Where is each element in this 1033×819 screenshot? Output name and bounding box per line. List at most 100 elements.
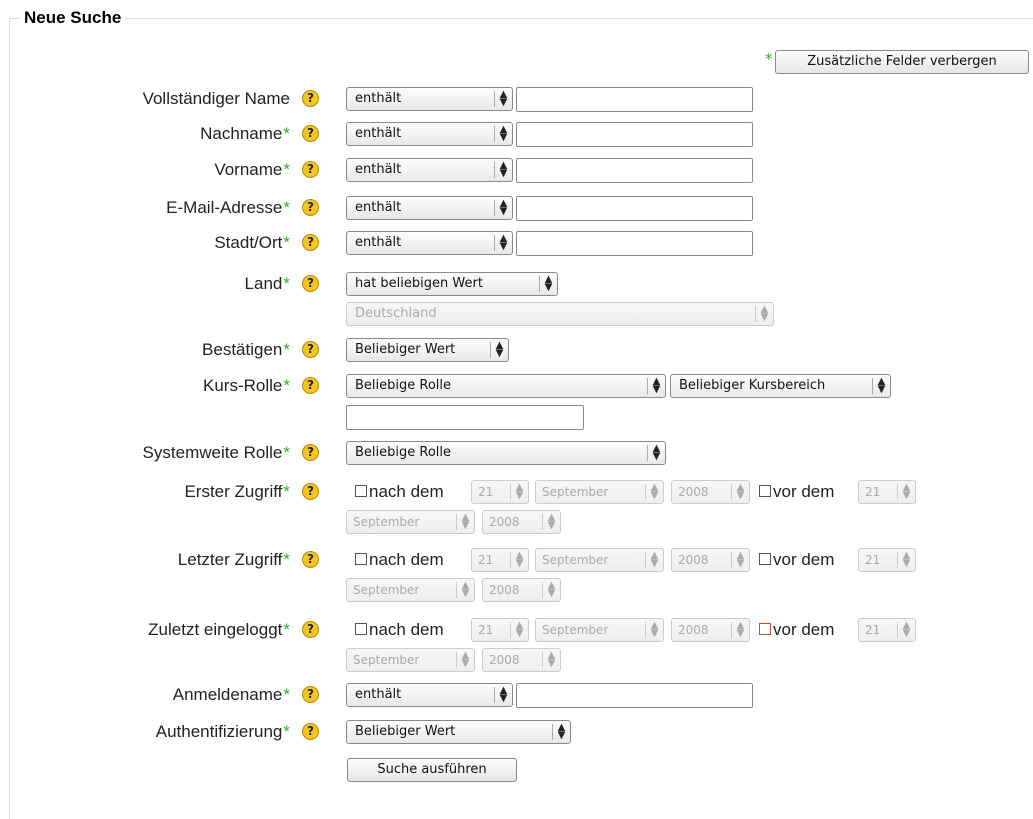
help-icon[interactable]: ? [302, 723, 319, 740]
systemrole-select[interactable]: Beliebige Rolle ▲ ▼ [346, 441, 666, 465]
help-icon[interactable]: ? [302, 275, 319, 292]
up-down-arrows-icon: ▲ ▼ [494, 161, 512, 179]
fullname-input[interactable] [516, 87, 753, 112]
lastaccess-after-month: September ▲ ▼ [535, 548, 664, 572]
lastlogin-before-year: 2008 ▲ ▼ [482, 648, 561, 672]
city-input[interactable] [516, 231, 753, 256]
help-icon[interactable]: ? [302, 234, 319, 251]
up-down-arrows-icon: ▲ ▼ [456, 581, 474, 599]
firstaccess-after-year: 2008 ▲ ▼ [671, 480, 750, 504]
firstaccess-before-month: September ▲ ▼ [346, 510, 475, 534]
up-down-arrows-icon: ▲ ▼ [494, 90, 512, 108]
username-operator-select[interactable]: enthält ▲ ▼ [346, 683, 513, 707]
label-lastlogin: Zuletzt eingeloggt* [148, 620, 290, 639]
hide-extra-fields-button[interactable]: Zusätzliche Felder verbergen [775, 50, 1029, 74]
country-operator-select[interactable]: hat beliebigen Wert ▲ ▼ [346, 272, 558, 296]
help-icon[interactable]: ? [302, 444, 319, 461]
label-firstaccess: Erster Zugriff* [184, 482, 290, 501]
firstaccess-after-checkbox[interactable] [355, 485, 367, 497]
search-submit-button[interactable]: Suche ausführen [347, 758, 517, 782]
before-label: vor dem [773, 550, 835, 569]
up-down-arrows-icon: ▲ ▼ [542, 651, 560, 669]
label-firstname: Vorname* [214, 160, 290, 179]
lastlogin-after-checkbox[interactable] [355, 623, 367, 635]
up-down-arrows-icon: ▲ ▼ [510, 621, 528, 639]
lastname-operator-select[interactable]: enthält ▲ ▼ [346, 122, 513, 146]
email-operator-select[interactable]: enthält ▲ ▼ [346, 196, 513, 220]
help-icon[interactable]: ? [302, 161, 319, 178]
lastaccess-after-year: 2008 ▲ ▼ [671, 548, 750, 572]
firstaccess-before-checkbox[interactable] [759, 485, 771, 497]
label-email: E-Mail-Adresse* [166, 198, 290, 217]
up-down-arrows-icon: ▲ ▼ [542, 513, 560, 531]
courserole-role-select[interactable]: Beliebige Rolle ▲ ▼ [346, 374, 666, 398]
lastlogin-after-month: September ▲ ▼ [535, 618, 664, 642]
up-down-arrows-icon: ▲ ▼ [456, 651, 474, 669]
lastaccess-before-month: September ▲ ▼ [346, 578, 475, 602]
up-down-arrows-icon: ▲ ▼ [897, 621, 915, 639]
label-fullname: Vollständiger Name [142, 89, 290, 108]
help-icon[interactable]: ? [302, 199, 319, 216]
courserole-course-input[interactable] [346, 405, 584, 430]
courserole-category-select[interactable]: Beliebiger Kursbereich ▲ ▼ [670, 374, 891, 398]
lastname-input[interactable] [516, 122, 753, 147]
up-down-arrows-icon: ▲ ▼ [897, 483, 915, 501]
up-down-arrows-icon: ▲ ▼ [490, 341, 508, 359]
lastaccess-after-checkbox[interactable] [355, 553, 367, 565]
up-down-arrows-icon: ▲ ▼ [872, 377, 890, 395]
help-icon[interactable]: ? [302, 483, 319, 500]
label-country: Land* [244, 274, 290, 293]
help-icon[interactable]: ? [302, 90, 319, 107]
label-city: Stadt/Ort* [214, 233, 290, 252]
lastlogin-before-day: 21 ▲ ▼ [858, 618, 916, 642]
up-down-arrows-icon: ▲ ▼ [510, 551, 528, 569]
up-down-arrows-icon: ▲ ▼ [645, 483, 663, 501]
auth-select[interactable]: Beliebiger Wert ▲ ▼ [346, 720, 571, 744]
email-input[interactable] [516, 196, 753, 221]
help-icon[interactable]: ? [302, 621, 319, 638]
required-mark: * [765, 50, 773, 68]
up-down-arrows-icon: ▲ ▼ [645, 551, 663, 569]
up-down-arrows-icon: ▲ ▼ [539, 275, 557, 293]
help-icon[interactable]: ? [302, 551, 319, 568]
help-icon[interactable]: ? [302, 377, 319, 394]
form-legend: Neue Suche [20, 8, 126, 28]
confirmed-select[interactable]: Beliebiger Wert ▲ ▼ [346, 338, 509, 362]
help-icon[interactable]: ? [302, 125, 319, 142]
up-down-arrows-icon: ▲ ▼ [731, 483, 749, 501]
before-label: vor dem [773, 620, 835, 639]
lastaccess-before-day: 21 ▲ ▼ [858, 548, 916, 572]
up-down-arrows-icon: ▲ ▼ [456, 513, 474, 531]
lastlogin-after-year: 2008 ▲ ▼ [671, 618, 750, 642]
lastaccess-before-checkbox[interactable] [759, 553, 771, 565]
lastaccess-before-year: 2008 ▲ ▼ [482, 578, 561, 602]
up-down-arrows-icon: ▲ ▼ [647, 444, 665, 462]
firstaccess-before-year: 2008 ▲ ▼ [482, 510, 561, 534]
up-down-arrows-icon: ▲ ▼ [645, 621, 663, 639]
firstaccess-after-month: September ▲ ▼ [535, 480, 664, 504]
label-lastaccess: Letzter Zugriff* [177, 550, 290, 569]
up-down-arrows-icon: ▲ ▼ [494, 125, 512, 143]
after-label: nach dem [369, 482, 444, 501]
up-down-arrows-icon: ▲ ▼ [755, 305, 773, 323]
label-confirmed: Bestätigen* [202, 340, 290, 359]
up-down-arrows-icon: ▲ ▼ [494, 199, 512, 217]
firstaccess-before-day: 21 ▲ ▼ [858, 480, 916, 504]
up-down-arrows-icon: ▲ ▼ [494, 234, 512, 252]
up-down-arrows-icon: ▲ ▼ [731, 621, 749, 639]
label-auth: Authentifizierung* [155, 722, 290, 741]
help-icon[interactable]: ? [302, 686, 319, 703]
firstname-input[interactable] [516, 158, 753, 183]
help-icon[interactable]: ? [302, 341, 319, 358]
label-courserole: Kurs-Rolle* [203, 376, 290, 395]
up-down-arrows-icon: ▲ ▼ [510, 483, 528, 501]
username-input[interactable] [516, 683, 753, 708]
lastlogin-before-checkbox[interactable] [759, 623, 771, 635]
lastlogin-after-day: 21 ▲ ▼ [471, 618, 529, 642]
firstname-operator-select[interactable]: enthält ▲ ▼ [346, 158, 513, 182]
city-operator-select[interactable]: enthält ▲ ▼ [346, 231, 513, 255]
up-down-arrows-icon: ▲ ▼ [552, 723, 570, 741]
up-down-arrows-icon: ▲ ▼ [647, 377, 665, 395]
fullname-operator-select[interactable]: enthält ▲ ▼ [346, 87, 513, 111]
before-label: vor dem [773, 482, 835, 501]
